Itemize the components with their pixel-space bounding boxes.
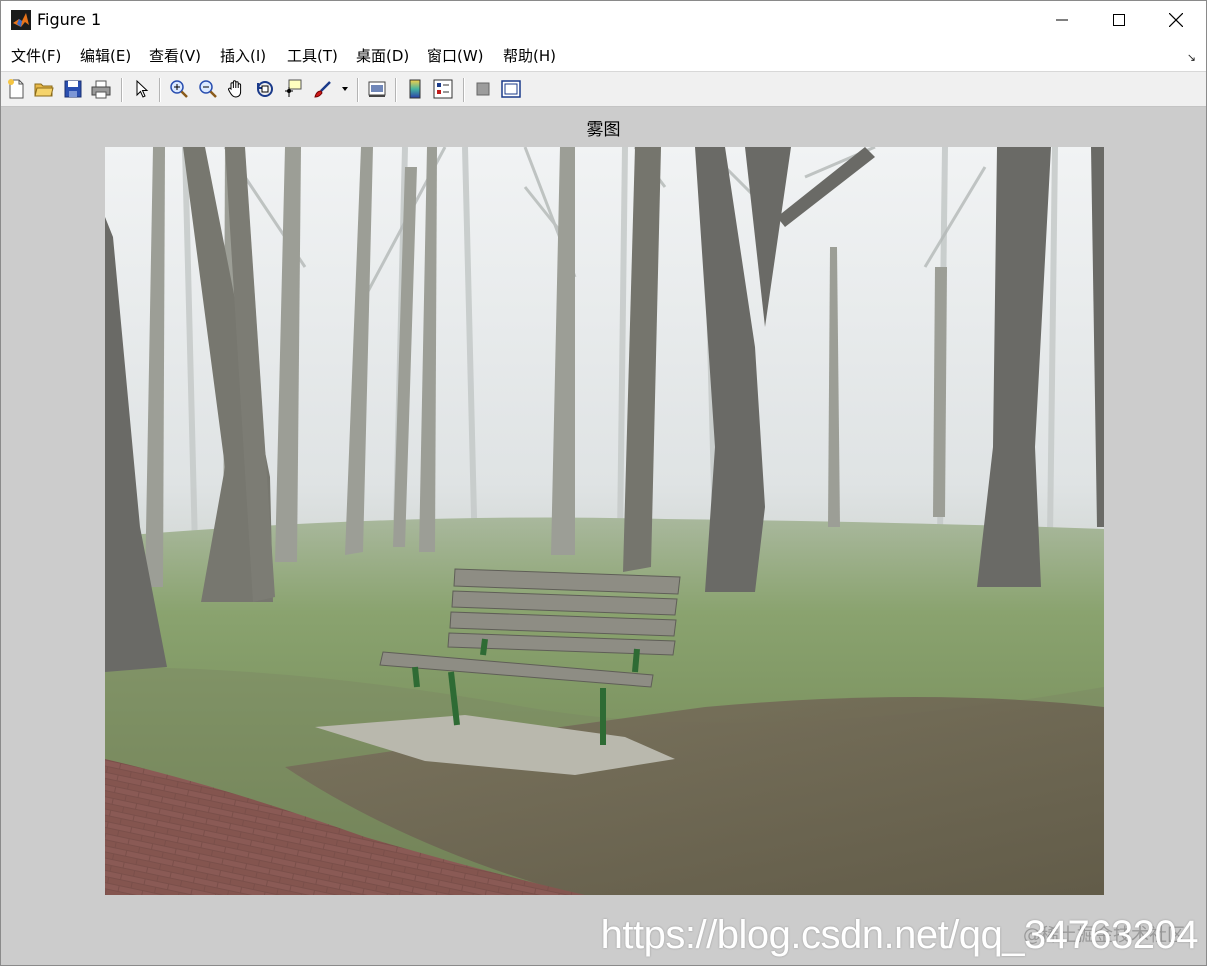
save-button[interactable] (62, 78, 84, 100)
menu-desktop[interactable]: 桌面(D) (356, 45, 409, 66)
link-plot-icon (368, 81, 386, 97)
matlab-logo-icon (11, 10, 31, 30)
data-cursor-icon (285, 79, 302, 97)
zoom-in-button[interactable] (168, 78, 190, 100)
toolbar-separator (357, 78, 359, 102)
zoom-out-button[interactable] (197, 78, 219, 100)
pan-hand-icon (228, 80, 242, 98)
menu-insert[interactable]: 插入(I) (220, 45, 266, 66)
title-bar[interactable]: Figure 1 (1, 1, 1206, 39)
menu-bar: 文件(F) 编辑(E) 查看(V) 插入(I) 工具(T) 桌面(D) 窗口(W… (1, 39, 1206, 71)
save-icon (64, 80, 82, 98)
window-title: Figure 1 (37, 10, 102, 29)
colorbar-button[interactable] (404, 78, 426, 100)
colorbar-icon (409, 79, 421, 99)
rotate-3d-icon (257, 81, 273, 97)
toolbar-separator (463, 78, 465, 102)
maximize-icon (1113, 14, 1125, 26)
menu-tools[interactable]: 工具(T) (287, 45, 338, 66)
pan-button[interactable] (225, 78, 247, 100)
foggy-park-photo (105, 147, 1104, 895)
rotate-3d-button[interactable] (254, 78, 276, 100)
brush-button[interactable] (312, 78, 334, 100)
foggy-park-image (105, 147, 1104, 895)
open-file-icon (34, 83, 54, 97)
data-cursor-button[interactable] (282, 78, 304, 100)
zoom-in-icon (170, 80, 188, 98)
menu-file[interactable]: 文件(F) (11, 45, 61, 66)
open-file-button[interactable] (33, 78, 55, 100)
minimize-icon (1056, 19, 1068, 21)
toolbar-separator (159, 78, 161, 102)
close-icon (1169, 13, 1183, 27)
print-button[interactable] (90, 78, 112, 100)
brush-dropdown-button[interactable] (338, 78, 352, 100)
maximize-button[interactable] (1090, 1, 1148, 39)
show-plot-tools-button[interactable] (500, 78, 522, 100)
new-figure-button[interactable] (5, 78, 27, 100)
pointer-button[interactable] (131, 78, 153, 100)
legend-button[interactable] (432, 78, 454, 100)
figure-window: Figure 1 文件(F) 编辑(E) 查看(V) 插入(I) 工具(T) 桌… (0, 0, 1207, 966)
brush-icon (314, 81, 331, 98)
minimize-button[interactable] (1033, 1, 1091, 39)
pointer-icon (136, 79, 149, 98)
link-plot-button[interactable] (366, 78, 388, 100)
menu-view[interactable]: 查看(V) (149, 45, 201, 66)
toolbar-separator (121, 78, 123, 102)
figure-toolbar (1, 71, 1206, 107)
figure-title: 雾图 (586, 120, 621, 140)
new-figure-icon (8, 79, 24, 99)
close-button[interactable] (1147, 1, 1205, 39)
hide-plot-tools-icon (476, 82, 490, 96)
dock-arrow-icon[interactable]: ↘ (1187, 51, 1196, 64)
watermark-url: https://blog.csdn.net/qq_34763204 (600, 913, 1199, 957)
print-icon (91, 80, 111, 99)
menu-window[interactable]: 窗口(W) (427, 45, 484, 66)
show-plot-tools-icon (501, 80, 521, 98)
zoom-out-icon (199, 80, 217, 98)
dropdown-arrow-icon (342, 87, 348, 91)
legend-icon (433, 79, 453, 99)
menu-edit[interactable]: 编辑(E) (80, 45, 131, 66)
hide-plot-tools-button[interactable] (472, 78, 494, 100)
toolbar-separator (395, 78, 397, 102)
menu-help[interactable]: 帮助(H) (503, 45, 556, 66)
